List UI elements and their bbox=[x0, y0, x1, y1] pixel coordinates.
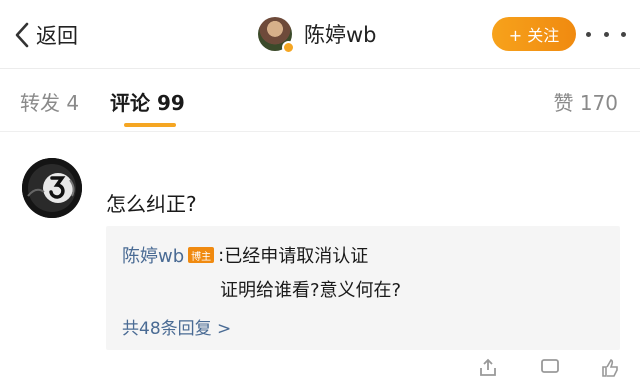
tab-likes[interactable]: 赞 170 bbox=[553, 87, 618, 116]
dot bbox=[586, 31, 591, 37]
reply-line: 陈婷wb 博主 : 已经申请取消认证 bbox=[122, 242, 368, 268]
avatar[interactable] bbox=[258, 17, 295, 54]
share-icon[interactable] bbox=[478, 358, 498, 382]
back-button[interactable]: 返回 bbox=[14, 17, 78, 53]
chevron-left-icon bbox=[15, 22, 29, 48]
top-nav-bar: 返回 陈婷wb + 关注 bbox=[0, 0, 640, 68]
tab-bar: 转发 4 评论 99 赞 170 bbox=[0, 69, 640, 131]
view-all-replies-link[interactable]: 共48条回复 > bbox=[122, 314, 231, 339]
tab-repost[interactable]: 转发 4 bbox=[20, 87, 79, 116]
active-tab-indicator bbox=[124, 123, 176, 127]
page-title: 陈婷wb bbox=[304, 23, 377, 47]
replies-preview[interactable]: 陈婷wb 博主 : 已经申请取消认证 证明给谁看?意义何在? 共48条回复 > bbox=[106, 226, 620, 350]
more-options-icon[interactable] bbox=[586, 22, 626, 46]
dot bbox=[621, 31, 626, 37]
commenter-avatar[interactable] bbox=[22, 158, 82, 218]
verified-badge-icon bbox=[282, 41, 295, 54]
divider bbox=[0, 131, 640, 132]
dot bbox=[603, 31, 609, 37]
tab-comments[interactable]: 评论 99 bbox=[110, 87, 185, 116]
reply-username[interactable]: 陈婷wb bbox=[122, 242, 184, 268]
follow-button[interactable]: + 关注 bbox=[492, 17, 576, 51]
back-label: 返回 bbox=[36, 24, 78, 48]
like-icon[interactable] bbox=[600, 358, 620, 382]
comment-text: 怎么纠正? bbox=[106, 192, 197, 216]
comment-icon[interactable] bbox=[540, 358, 560, 382]
avatar-logo-icon bbox=[22, 158, 82, 218]
reply-text: 已经申请取消认证 bbox=[224, 246, 369, 267]
reply-text-continued: 证明给谁看?意义何在? bbox=[220, 280, 402, 301]
blogger-badge: 博主 bbox=[188, 247, 215, 263]
profile-title[interactable]: 陈婷wb bbox=[258, 14, 377, 54]
